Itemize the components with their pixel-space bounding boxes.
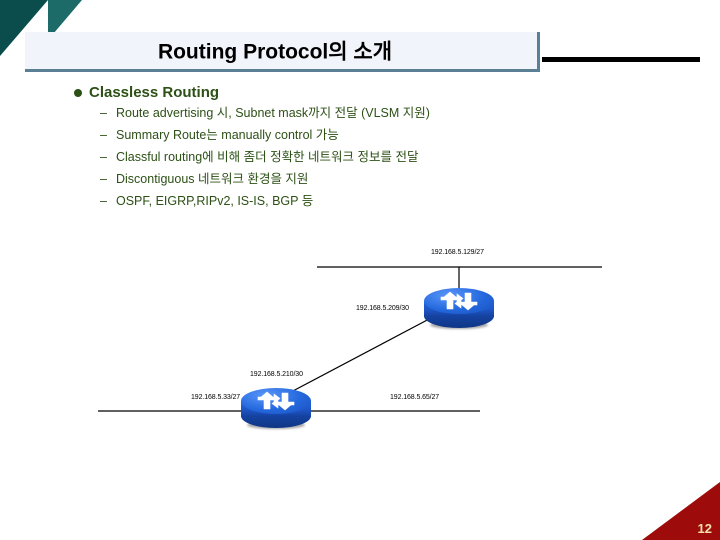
title-bar: Routing Protocol의 소개 [25,32,540,72]
page-number: 12 [697,521,712,536]
list-item: – OSPF, EIGRP,RIPv2, IS-IS, BGP 등 [74,191,654,211]
list-item: – Classful routing에 비해 좀더 정확한 네트워크 정보를 전… [74,147,654,167]
bullet-level1-label: Classless Routing [89,84,220,101]
list-item-label: Discontiguous 네트워크 환경을 지원 [116,172,309,186]
list-item-label: Classful routing에 비해 좀더 정확한 네트워크 정보를 전달 [116,150,419,164]
bullet-level1: Classless Routing [74,84,654,101]
router-icon-upper [424,288,494,329]
dash-icon: – [100,106,107,120]
title-underline-rule [542,57,700,62]
label-lower-link: 192.168.5.210/30 [250,371,303,378]
network-topology-diagram [98,266,602,412]
label-left-segment: 192.168.5.33/27 [191,394,241,401]
list-item: – Discontiguous 네트워크 환경을 지원 [74,169,654,189]
label-upper-link: 192.168.5.209/30 [356,305,409,312]
dash-icon: – [100,172,107,186]
list-item-label: Route advertising 시, Subnet mask까지 전달 (V… [116,106,430,120]
dash-icon: – [100,194,107,208]
list-item: – Summary Route는 manually control 가능 [74,125,654,145]
bullet-dot-icon [74,88,82,97]
serial-link-line [290,317,432,393]
router-arrows-icon [440,291,478,311]
list-item-label: OSPF, EIGRP,RIPv2, IS-IS, BGP 등 [116,194,314,208]
router-icon-lower [241,388,311,429]
dash-icon: – [100,128,107,142]
label-top-segment: 192.168.5.129/27 [431,249,484,256]
label-right-segment: 192.168.5.65/27 [390,394,440,401]
content-bullet-list: Classless Routing – Route advertising 시,… [74,84,654,211]
page-title: Routing Protocol의 소개 [157,39,393,63]
page-number-badge: 12 [642,482,720,540]
list-item-label: Summary Route는 manually control 가능 [116,128,339,142]
dash-icon: – [100,150,107,164]
router-arrows-icon [257,391,295,411]
list-item: – Route advertising 시, Subnet mask까지 전달 … [74,103,654,123]
